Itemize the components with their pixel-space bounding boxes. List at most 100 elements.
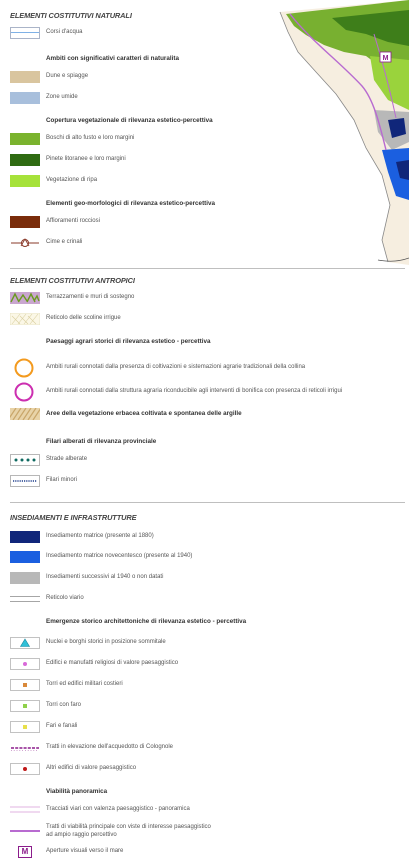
argille-label: Aree della vegetazione erbacea coltivata… <box>46 410 242 417</box>
legend-row-acquedotto: Tratti in elevazione dell'acquedotto di … <box>10 742 405 756</box>
reticolo-viario-icon <box>10 596 40 602</box>
legend-row-torri-militari: Torri ed edifici militari costieri <box>10 679 405 693</box>
legend-row-filari-minori: Filari minori <box>10 475 405 489</box>
section-title-naturali: ELEMENTI COSTITUTIVI NATURALI <box>10 11 132 20</box>
dune-label: Dune e spiagge <box>46 73 89 79</box>
green-square-icon <box>10 700 40 712</box>
boschi-swatch <box>10 133 40 145</box>
separator-2 <box>10 502 405 503</box>
cime-label: Cime e crinali <box>46 239 83 245</box>
legend-row-fari: Fari e fanali <box>10 721 405 735</box>
insediamento-1880-swatch <box>10 531 40 543</box>
aperture-m-icon: M <box>18 846 32 858</box>
tratti-label: Tratti di viabilità principale con viste… <box>46 824 211 839</box>
dune-swatch <box>10 71 40 83</box>
legend-row-nuclei: Nuclei e borghi storici in posizione som… <box>10 637 405 651</box>
fari-label: Fari e fanali <box>46 723 78 729</box>
legend-row-ambiti-bonifica: Ambiti rurali connotati dalla struttura … <box>10 382 405 402</box>
svg-text:M: M <box>383 55 389 62</box>
legend-row-argille: Aree della vegetazione erbacea coltivata… <box>10 408 405 422</box>
subtitle-copertura: Copertura vegetazionale di rilevanza est… <box>46 117 213 124</box>
legend-row-boschi: Boschi di alto fusto e loro margini <box>10 133 405 147</box>
ambiti-collina-label: Ambiti rurali connotati dalla presenza d… <box>46 364 306 370</box>
legend-row-scoline: Reticolo delle scoline irrigue <box>10 313 405 327</box>
insediamento-1880-label: Insediamento matrice (presente al 1880) <box>46 533 154 539</box>
legend-row-vegetazione: Vegetazione di ripa <box>10 175 405 189</box>
tratti-label-line2: ad ampio raggio percettivo <box>46 831 117 838</box>
pinete-swatch <box>10 154 40 166</box>
filari-minori-icon <box>10 475 40 487</box>
legend-row-strade-alberate: Strade alberate <box>10 454 405 468</box>
legend-row-tracciati: Tracciati viari con valenza paesaggistic… <box>10 804 405 818</box>
legend-row-1940: Insediamento matrice novecentesco (prese… <box>10 551 405 565</box>
subtitle-viabilita: Viabilità panoramica <box>46 788 108 795</box>
zone-umide-label: Zone umide <box>46 94 78 100</box>
legend-row-aperture: M Aperture visuali verso il mare <box>10 846 405 860</box>
successivi-label: Insediamenti successivi al 1940 o non da… <box>46 574 164 580</box>
edifici-religiosi-label: Edifici e manufatti religiosi di valore … <box>46 660 179 666</box>
altri-edifici-label: Altri edifici di valore paesaggistico <box>46 765 137 771</box>
tracciati-label: Tracciati viari con valenza paesaggistic… <box>46 806 190 812</box>
legend-row-torri-faro: Torri con faro <box>10 700 405 714</box>
section-title-antropici: ELEMENTI COSTITUTIVI ANTROPICI <box>10 276 135 285</box>
legend-row-ambiti-collina: Ambiti rurali connotati dalla presenza d… <box>10 358 405 378</box>
red-dot-icon <box>10 763 40 775</box>
magenta-ring-icon <box>14 382 34 402</box>
affioramenti-label: Affioramenti rocciosi <box>46 218 100 224</box>
yellow-square-icon <box>10 721 40 733</box>
legend-row-zone-umide: Zone umide <box>10 92 405 106</box>
affioramenti-swatch <box>10 216 40 228</box>
subtitle-emergenze: Emergenze storico architettoniche di ril… <box>46 618 247 625</box>
subtitle-filari: Filari alberati di rilevanza provinciale <box>46 438 157 445</box>
strade-alberate-label: Strade alberate <box>46 456 88 462</box>
reticolo-scoline-icon <box>10 313 40 325</box>
legend-row-successivi: Insediamenti successivi al 1940 o non da… <box>10 572 405 586</box>
torri-militari-label: Torri ed edifici militari costieri <box>46 681 123 687</box>
acquedotto-label: Tratti in elevazione dell'acquedotto di … <box>46 744 174 750</box>
ambiti-bonifica-label: Ambiti rurali connotati dalla struttura … <box>46 388 343 394</box>
zone-umide-swatch <box>10 92 40 104</box>
legend-row-edifici-religiosi: Edifici e manufatti religiosi di valore … <box>10 658 405 672</box>
tratti-label-line1: Tratti di viabilità principale con viste… <box>46 824 211 830</box>
corsi-label: Corsi d'acqua <box>46 29 83 35</box>
subtitle-geo: Elementi geo-morfologici di rilevanza es… <box>46 200 216 207</box>
tratti-line-icon <box>10 830 40 832</box>
legend-row-altri-edifici: Altri edifici di valore paesaggistico <box>10 763 405 777</box>
scoline-label: Reticolo delle scoline irrigue <box>46 315 121 321</box>
torri-faro-label: Torri con faro <box>46 702 82 708</box>
triangle-icon <box>10 637 40 649</box>
subtitle-ambiti: Ambiti con significativi caratteri di na… <box>46 55 179 62</box>
nuclei-label: Nuclei e borghi storici in posizione som… <box>46 639 166 645</box>
legend-row-reticolo: Reticolo viario <box>10 593 405 607</box>
argille-hatch-icon <box>10 408 40 420</box>
legend-row-terrazzamenti: Terrazzamenti e muri di sostegno <box>10 292 405 306</box>
legend-row-pinete: Pinete litoranee e loro margini <box>10 154 405 168</box>
legend-row-tratti: Tratti di viabilità principale con viste… <box>10 824 405 840</box>
successivi-swatch <box>10 572 40 584</box>
vegetazione-label: Vegetazione di ripa <box>46 177 98 183</box>
acquedotto-dashed-icon <box>11 747 39 751</box>
vegetazione-swatch <box>10 175 40 187</box>
aperture-label: Aperture visuali verso il mare <box>46 848 124 854</box>
strade-alberate-icon <box>10 454 40 466</box>
pink-dot-icon <box>10 658 40 670</box>
orange-ring-icon <box>14 358 34 378</box>
pinete-label: Pinete litoranee e loro margini <box>46 156 126 162</box>
insediamento-1940-label: Insediamento matrice novecentesco (prese… <box>46 553 193 559</box>
reticolo-viario-label: Reticolo viario <box>46 595 84 601</box>
boschi-label: Boschi di alto fusto e loro margini <box>46 135 135 141</box>
insediamento-1940-swatch <box>10 551 40 563</box>
corsi-swatch <box>10 27 40 39</box>
legend-row-1880: Insediamento matrice (presente al 1880) <box>10 531 405 545</box>
legend-row-affioramenti: Affioramenti rocciosi <box>10 216 405 230</box>
legend-row-corsi: Corsi d'acqua <box>10 27 405 41</box>
filari-minori-label: Filari minori <box>46 477 78 483</box>
terrazzamenti-icon <box>10 292 40 304</box>
legend-row-dune: Dune e spiagge <box>10 71 405 85</box>
separator-1 <box>10 268 405 269</box>
section-title-insediamenti: INSEDIAMENTI E INFRASTRUTTURE <box>10 513 137 522</box>
orange-square-icon <box>10 679 40 691</box>
tracciati-line-icon <box>10 806 40 813</box>
cime-crinali-icon <box>11 238 39 247</box>
legend-row-cime: Cime e crinali <box>10 237 405 251</box>
